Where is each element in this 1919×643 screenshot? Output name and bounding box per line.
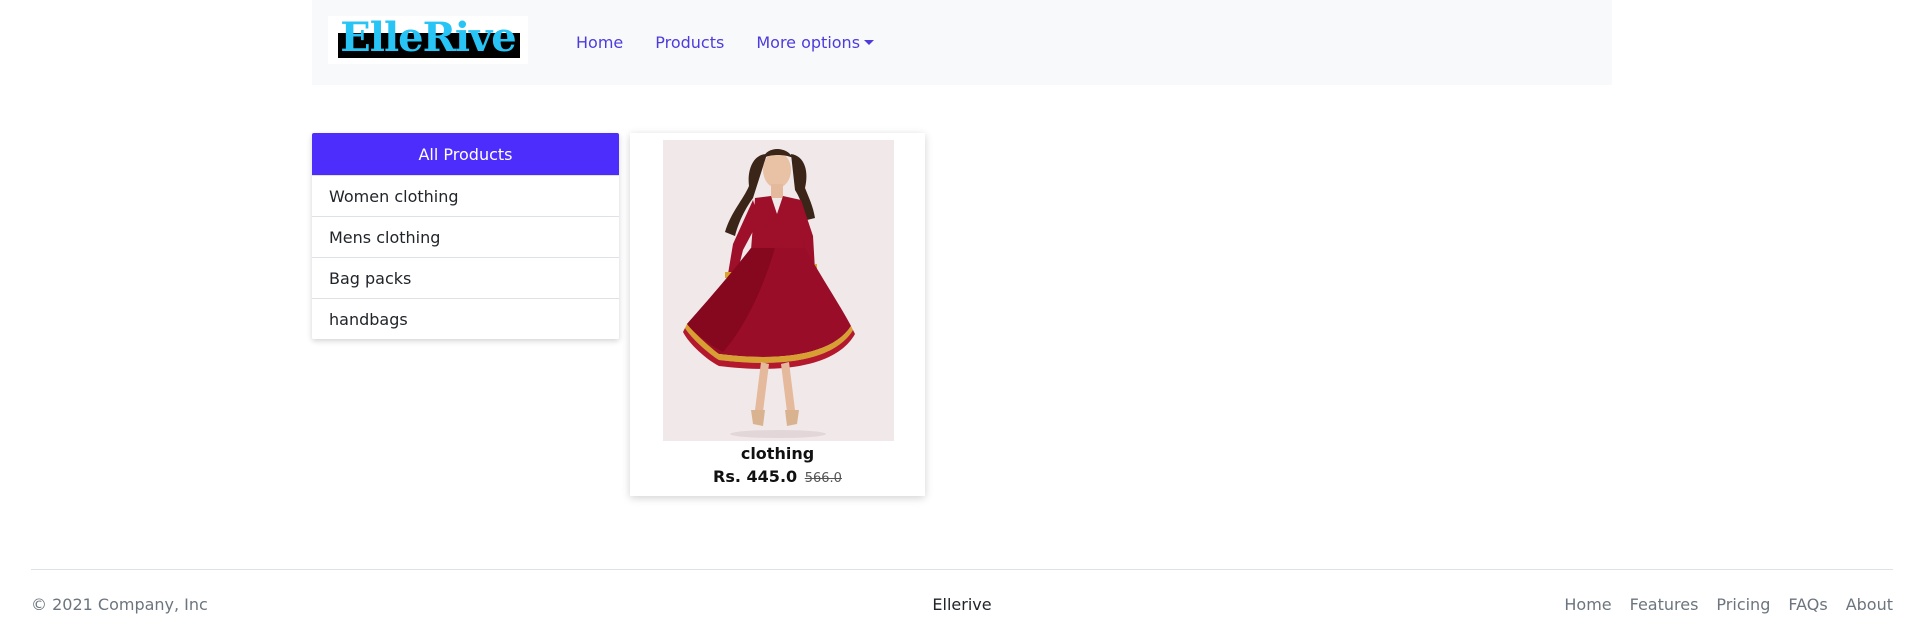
nav-links: Home Products More options	[576, 0, 906, 85]
nav-link-home[interactable]: Home	[576, 33, 623, 52]
footer-link-features[interactable]: Features	[1630, 595, 1699, 614]
footer-link-faqs[interactable]: FAQs	[1788, 595, 1827, 614]
product-image[interactable]	[663, 140, 894, 441]
footer-link-about[interactable]: About	[1846, 595, 1893, 614]
product-price: Rs. 445.0	[713, 467, 798, 486]
nav-link-products[interactable]: Products	[655, 33, 724, 52]
red-dress-illustration	[663, 140, 894, 441]
product-old-price: 566.0	[804, 471, 842, 486]
product-title: clothing	[740, 444, 815, 463]
category-item-handbags[interactable]: handbags	[312, 298, 619, 339]
category-item-bag-packs[interactable]: Bag packs	[312, 257, 619, 298]
category-item-mens-clothing[interactable]: Mens clothing	[312, 216, 619, 257]
navbar: ElleRive Home Products More options	[312, 0, 1612, 85]
nav-dropdown-more-options[interactable]: More options	[756, 33, 875, 52]
footer-link-pricing[interactable]: Pricing	[1716, 595, 1770, 614]
footer-divider	[31, 569, 1893, 570]
product-price-line: Rs. 445.0 566.0	[630, 467, 925, 486]
nav-dropdown-label: More options	[756, 33, 861, 52]
category-list: All Products Women clothing Mens clothin…	[312, 133, 619, 339]
product-card[interactable]: clothing Rs. 445.0 566.0	[630, 133, 925, 496]
footer-links: Home Features Pricing FAQs About	[1546, 595, 1893, 614]
category-item-all-products[interactable]: All Products	[312, 133, 619, 175]
caret-down-icon	[864, 40, 875, 45]
logo-text: ElleRive	[340, 14, 516, 61]
footer-link-home[interactable]: Home	[1564, 595, 1611, 614]
footer: © 2021 Company, Inc Ellerive Home Featur…	[31, 595, 1893, 617]
category-item-women-clothing[interactable]: Women clothing	[312, 175, 619, 216]
brand-logo[interactable]: ElleRive	[328, 16, 528, 64]
